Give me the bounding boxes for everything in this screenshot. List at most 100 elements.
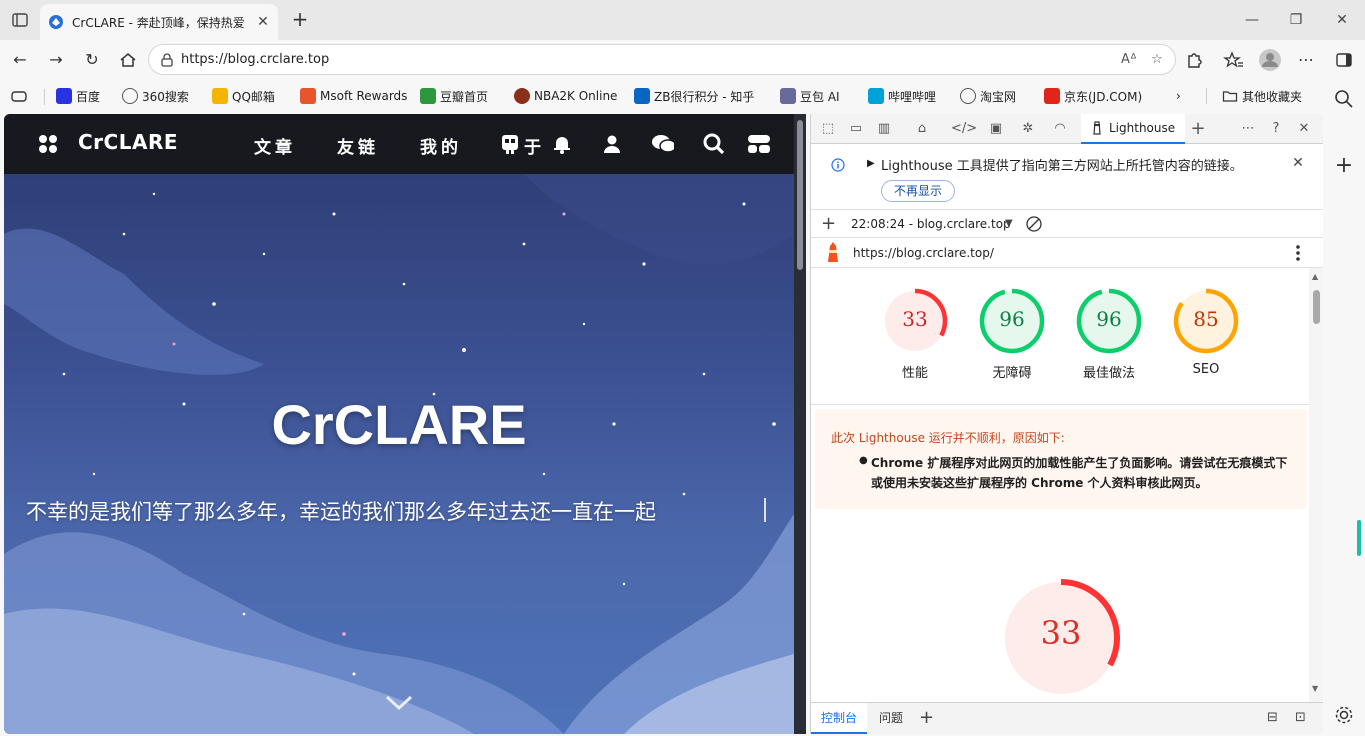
- device-emulation-icon[interactable]: ▭: [847, 120, 865, 138]
- drawer-dock-icon[interactable]: ⊟: [1267, 710, 1278, 725]
- bookmark-item[interactable]: NBA2K Online: [514, 86, 617, 106]
- bell-icon[interactable]: [550, 132, 574, 156]
- dont-show-again-button[interactable]: 不再显示: [881, 180, 956, 202]
- extensions-button[interactable]: [1182, 48, 1206, 72]
- back-button[interactable]: ←: [8, 48, 32, 72]
- lock-icon[interactable]: [159, 52, 175, 68]
- bookmark-label: 豆瓣首页: [440, 89, 489, 104]
- gauge-accessibility[interactable]: 96 无障碍: [967, 288, 1057, 388]
- help-icon[interactable]: ?: [1267, 120, 1285, 138]
- scroll-down-icon[interactable]: ▼: [1312, 684, 1318, 693]
- bookmark-label: NBA2K Online: [534, 89, 618, 103]
- search-icon[interactable]: [702, 132, 726, 156]
- bookmark-item[interactable]: 360搜索: [122, 86, 189, 106]
- drawer-tab-issues[interactable]: 问题: [871, 703, 911, 734]
- profile-button[interactable]: [1258, 48, 1282, 72]
- read-aloud-icon[interactable]: Aᐞ: [1119, 50, 1139, 70]
- tab-lighthouse[interactable]: Lighthouse: [1081, 114, 1185, 144]
- devtools-more-icon[interactable]: ⋯: [1239, 120, 1257, 138]
- search-button[interactable]: [1333, 88, 1355, 110]
- bookmark-item[interactable]: 哔哩哔哩: [868, 86, 936, 106]
- site-nav-friends[interactable]: 友链: [337, 133, 379, 158]
- edge-copilot-button[interactable]: [1332, 48, 1356, 72]
- close-info-icon[interactable]: ✕: [1289, 154, 1307, 172]
- drawer-add-tab-button[interactable]: +: [919, 707, 934, 728]
- elements-tab-icon[interactable]: </>: [951, 120, 977, 138]
- qqmail-icon: [212, 88, 228, 104]
- bookmark-item[interactable]: Msoft Rewards: [300, 86, 407, 106]
- drawer-tab-console[interactable]: 控制台: [811, 703, 868, 734]
- wechat-icon[interactable]: [650, 132, 674, 156]
- bookmark-item[interactable]: 淘宝网: [960, 86, 1016, 106]
- report-menu-icon[interactable]: [1295, 244, 1301, 262]
- info-message: Lighthouse 工具提供了指向第三方网站上所托管内容的链接。: [881, 159, 1243, 174]
- devtools-toolbar: ⬚ ▭ ▥ ⌂ </> ▣ ✲ ◠ Lighthouse + ⋯ ? ✕: [811, 114, 1323, 144]
- report-selector[interactable]: 22:08:24 - blog.crclare.top: [851, 217, 1011, 231]
- site-nav-about[interactable]: 于: [524, 133, 545, 158]
- minimize-button[interactable]: —: [1240, 8, 1264, 32]
- report-scrollbar[interactable]: ▲ ▼: [1309, 268, 1323, 702]
- gauge-seo[interactable]: 85 SEO: [1161, 288, 1251, 388]
- reading-mode-button[interactable]: [10, 86, 28, 106]
- doubao-icon: [780, 88, 796, 104]
- sidebar-add-button[interactable]: +: [1333, 155, 1355, 178]
- tab-actions-button[interactable]: [8, 8, 32, 32]
- site-nav-mine[interactable]: 我的: [420, 133, 462, 158]
- address-bar[interactable]: https://blog.crclare.top Aᐞ ☆: [148, 44, 1176, 75]
- close-devtools-icon[interactable]: ✕: [1295, 120, 1313, 138]
- layout-icon[interactable]: [746, 132, 770, 156]
- site-nav-articles[interactable]: 文章: [254, 133, 296, 158]
- favorites-button[interactable]: [1222, 48, 1246, 72]
- refresh-button[interactable]: ↻: [80, 48, 104, 72]
- clear-reports-icon[interactable]: [1025, 215, 1043, 233]
- grid-menu-icon[interactable]: [38, 134, 58, 154]
- new-report-button[interactable]: +: [821, 214, 836, 234]
- baidu-icon: [56, 88, 72, 104]
- bookmark-item[interactable]: ZB很行积分 - 知乎: [634, 86, 754, 106]
- page-scrollbar[interactable]: [794, 114, 806, 734]
- other-bookmarks-folder[interactable]: 其他收藏夹: [1222, 86, 1302, 106]
- dock-side-icon[interactable]: ▥: [875, 120, 893, 138]
- user-icon[interactable]: [600, 132, 624, 156]
- report-dropdown-icon[interactable]: ▼: [1005, 218, 1013, 229]
- sidebar-settings-button[interactable]: [1333, 704, 1355, 726]
- gauge-best-practices[interactable]: 96 最佳做法: [1064, 288, 1154, 388]
- console-tab-icon[interactable]: ▣: [987, 120, 1005, 138]
- report-selector-bar: + 22:08:24 - blog.crclare.top ▼: [811, 210, 1323, 238]
- bookmark-item[interactable]: 京东(JD.COM): [1044, 86, 1142, 106]
- gauge-label: SEO: [1192, 362, 1220, 377]
- site-logo[interactable]: CrCLARE: [78, 130, 178, 154]
- more-tabs-add-icon[interactable]: +: [1189, 120, 1207, 138]
- drawer-expand-icon[interactable]: ⊡: [1295, 710, 1306, 725]
- more-bookmarks-chevron-icon[interactable]: ›: [1176, 86, 1181, 106]
- settings-more-button[interactable]: ⋯: [1294, 48, 1318, 72]
- welcome-home-icon[interactable]: ⌂: [913, 120, 931, 138]
- close-tab-icon[interactable]: ✕: [254, 13, 272, 31]
- bookmark-item[interactable]: 豆包 AI: [780, 86, 840, 106]
- restore-button[interactable]: ❐: [1284, 8, 1308, 32]
- robot-icon[interactable]: [498, 132, 522, 156]
- expand-caret-icon[interactable]: ▶: [867, 158, 875, 169]
- bookmark-item[interactable]: 豆瓣首页: [420, 86, 488, 106]
- bookmark-item[interactable]: QQ邮箱: [212, 86, 275, 106]
- gauge-performance[interactable]: 33 性能: [870, 288, 960, 388]
- report-scroll-thumb[interactable]: [1313, 290, 1320, 324]
- new-tab-button[interactable]: +: [288, 8, 312, 32]
- network-wifi-icon[interactable]: ◠: [1051, 120, 1069, 138]
- tab-title: CrCLARE - 奔赴顶峰，保持热爱: [72, 16, 245, 30]
- bookmark-item[interactable]: 百度: [56, 86, 100, 106]
- close-window-button[interactable]: ✕: [1330, 8, 1354, 32]
- report-url[interactable]: https://blog.crclare.top/: [853, 246, 994, 260]
- page-scroll-thumb[interactable]: [797, 120, 803, 270]
- chevron-down-icon[interactable]: [384, 690, 414, 714]
- browser-tab-active[interactable]: CrCLARE - 奔赴顶峰，保持热爱 ✕: [40, 4, 278, 40]
- home-button[interactable]: [116, 48, 140, 72]
- bookmark-label: 豆包 AI: [800, 89, 840, 104]
- inspect-element-icon[interactable]: ⬚: [819, 120, 837, 138]
- url-text[interactable]: https://blog.crclare.top: [181, 52, 329, 67]
- info-icon: [831, 158, 845, 172]
- scroll-up-icon[interactable]: ▲: [1312, 272, 1318, 281]
- sources-bug-icon[interactable]: ✲: [1019, 120, 1037, 138]
- favorite-star-icon[interactable]: ☆: [1147, 50, 1167, 70]
- forward-button[interactable]: →: [44, 48, 68, 72]
